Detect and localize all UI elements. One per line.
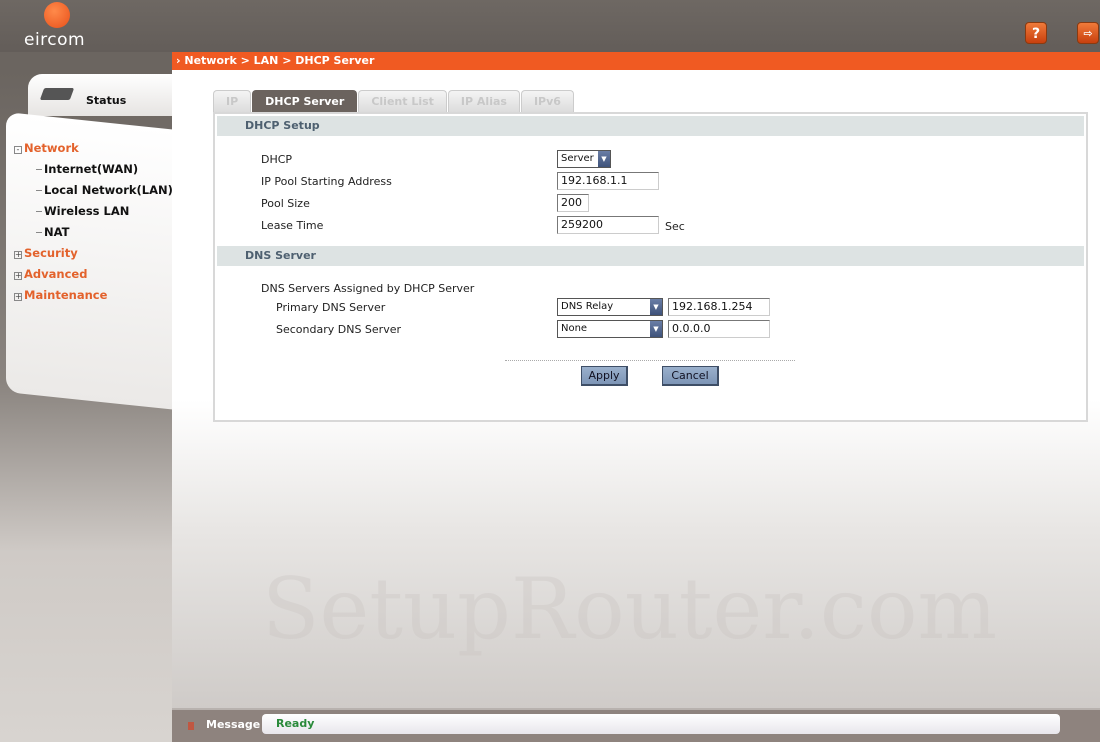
select-value: Server [561,153,594,164]
chevron-down-icon: ▼ [650,321,662,337]
tab-ip-alias[interactable]: IP Alias [447,90,520,112]
chevron-down-icon: ▼ [650,299,662,315]
lease-time-label: Lease Time [261,219,324,232]
message-indicator-icon [188,722,194,730]
sidebar-item-label: Advanced [24,267,88,281]
header: eircom ? ⇨ [0,0,1100,52]
logo-ball-icon [44,2,70,28]
cancel-button[interactable]: Cancel [662,366,719,386]
expand-icon: + [14,271,22,280]
section-dns-server: DNS Server [217,246,1084,266]
status-bar: Message Ready [172,708,1100,742]
sidebar-item-label: NAT [44,225,70,239]
pool-start-label: IP Pool Starting Address [261,175,392,188]
pool-size-label: Pool Size [261,197,310,210]
breadcrumb-text: Network > LAN > DHCP Server [184,54,375,67]
sidebar-item-security[interactable]: + Security [14,243,173,264]
status-button[interactable]: Status [28,74,188,116]
help-button[interactable]: ? [1025,22,1047,44]
apply-button[interactable]: Apply [581,366,628,386]
sidebar-item-label: Security [24,246,78,260]
sidebar-item-advanced[interactable]: + Advanced [14,264,173,285]
tab-ip[interactable]: IP [213,90,252,112]
sidebar-item-label: Wireless LAN [44,204,130,218]
secondary-dns-label: Secondary DNS Server [276,323,402,336]
lease-unit: Sec [665,220,685,233]
secondary-dns-input[interactable]: 0.0.0.0 [668,320,770,338]
sidebar-item-internet-wan[interactable]: Internet(WAN) [14,159,173,180]
logo-text: eircom [24,30,86,50]
message-label: Message [206,718,261,731]
primary-dns-label: Primary DNS Server [276,301,386,314]
pool-size-input[interactable]: 200 [557,194,589,212]
dhcp-mode-select[interactable]: Server ▼ [557,150,611,168]
sidebar-item-label: Maintenance [24,288,108,302]
breadcrumb: › Network > LAN > DHCP Server [172,52,1100,70]
nav-menu: - Network Internet(WAN) Local Network(LAN… [14,138,173,306]
pool-start-input[interactable]: 192.168.1.1 [557,172,659,190]
sidebar-item-network[interactable]: - Network [14,138,173,159]
select-value: DNS Relay [561,301,614,312]
sidebar-item-local-network-lan[interactable]: Local Network(LAN) [14,180,173,201]
tab-bar: IP DHCP Server Client List IP Alias IPv6 [213,90,575,112]
logout-button[interactable]: ⇨ [1077,22,1099,44]
sidebar-item-maintenance[interactable]: + Maintenance [14,285,173,306]
sidebar-item-nat[interactable]: NAT [14,222,173,243]
primary-dns-input[interactable]: 192.168.1.254 [668,298,770,316]
primary-dns-mode-select[interactable]: DNS Relay ▼ [557,298,663,316]
divider [505,360,795,361]
dhcp-label: DHCP [261,153,293,166]
section-dhcp-setup: DHCP Setup [217,116,1084,136]
select-value: None [561,323,588,334]
secondary-dns-mode-select[interactable]: None ▼ [557,320,663,338]
sidebar-item-label: Internet(WAN) [44,162,139,176]
status-label: Status [86,94,127,107]
lease-time-input[interactable]: 259200 [557,216,659,234]
watermark: SetupRouter.com [262,560,998,658]
tab-ipv6[interactable]: IPv6 [520,90,574,112]
dhcp-panel: DHCP Setup DHCP Server ▼ IP Pool Starting… [213,112,1088,422]
eircom-logo: eircom [24,2,94,50]
tab-dhcp-server[interactable]: DHCP Server [252,90,358,112]
sidebar-item-wireless-lan[interactable]: Wireless LAN [14,201,173,222]
dns-assigned-label: DNS Servers Assigned by DHCP Server [261,282,475,295]
expand-icon: + [14,292,22,301]
tab-client-list[interactable]: Client List [358,90,447,112]
router-icon [39,88,75,100]
expand-icon: + [14,250,22,259]
sidebar-item-label: Local Network(LAN) [44,183,173,197]
collapse-icon: - [14,146,22,154]
message-box: Ready [262,714,1060,734]
chevron-down-icon: ▼ [598,151,610,167]
sidebar-item-label: Network [24,141,79,155]
